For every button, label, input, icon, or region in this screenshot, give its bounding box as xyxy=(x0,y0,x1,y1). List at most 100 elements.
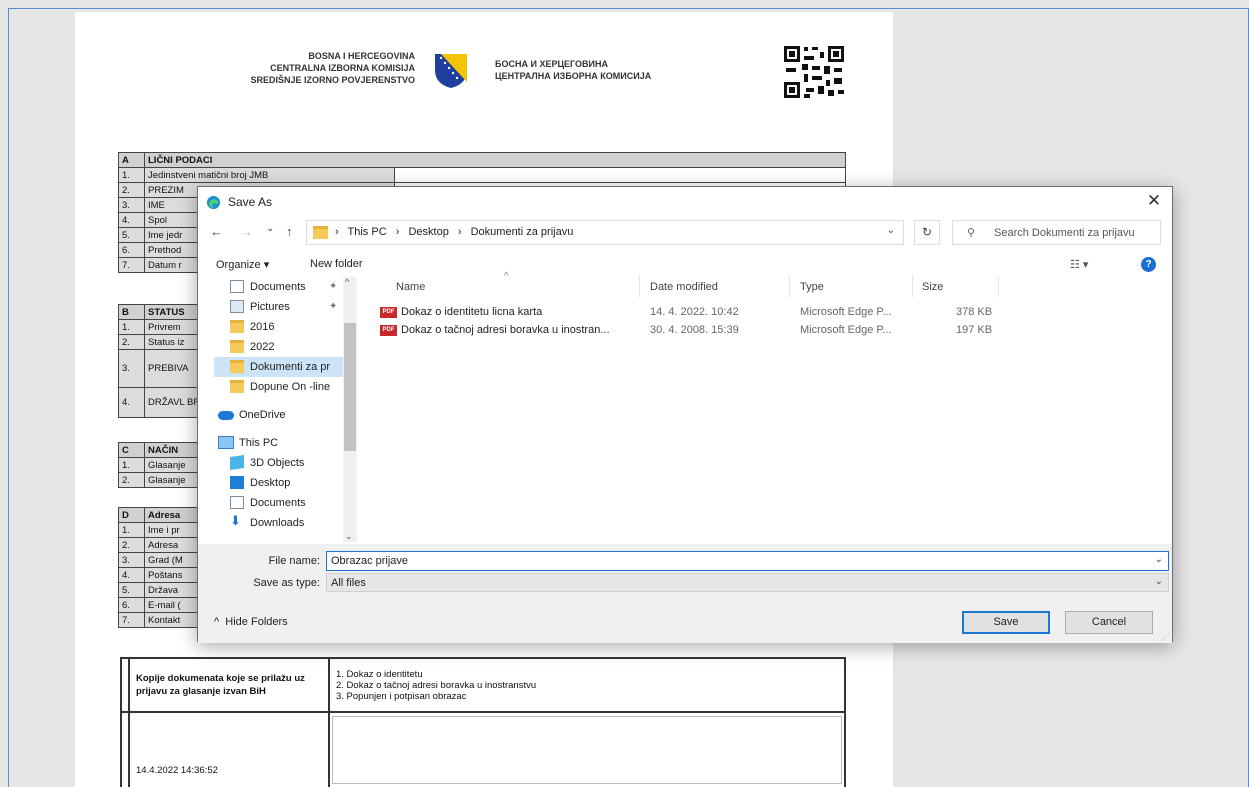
sidebar-item-label: Documents xyxy=(250,497,306,509)
sidebar-item-onedrive[interactable]: OneDrive xyxy=(214,405,354,425)
attachment-item: 3. Popunjen i potpisan obrazac xyxy=(336,690,467,702)
save-type-select[interactable]: All files ⌄ xyxy=(326,573,1169,592)
pin-icon: ✦ xyxy=(329,281,338,292)
address-bar[interactable]: › This PC › Desktop › Dokumenti za prija… xyxy=(306,220,904,245)
column-divider[interactable] xyxy=(998,275,999,297)
sidebar-item-2022[interactable]: 2022 xyxy=(214,337,354,357)
sidebar-item-3d-objects[interactable]: 3D Objects xyxy=(214,453,354,473)
file-name-value: Obrazac prijave xyxy=(331,555,409,567)
file-row[interactable]: PDF Dokaz o identitetu licna karta 14. 4… xyxy=(374,303,1164,321)
file-name-input[interactable]: Obrazac prijave ⌄ xyxy=(326,551,1169,571)
close-button[interactable]: ✕ xyxy=(1144,191,1164,211)
row-number: 4. xyxy=(118,212,145,228)
scrollbar-thumb[interactable] xyxy=(344,323,356,451)
breadcrumb-separator: › xyxy=(457,226,462,238)
documents-icon xyxy=(230,496,244,509)
new-folder-button[interactable]: New folder xyxy=(310,258,363,270)
chevron-down-icon[interactable]: ⌄ xyxy=(887,225,895,236)
search-icon: ⚲ xyxy=(967,227,976,239)
sidebar-item-label: Downloads xyxy=(250,517,305,529)
search-input[interactable]: ⚲ Search Dokumenti za prijavu xyxy=(952,220,1161,245)
file-name: Dokaz o identitetu licna karta xyxy=(401,306,543,318)
download-arrow-icon: ⬇ xyxy=(230,513,241,528)
sidebar-item-dokumenti-za-prijavu[interactable]: Dokumenti za pr xyxy=(214,357,354,377)
row-number: 1. xyxy=(118,522,145,538)
column-header-name[interactable]: Name xyxy=(396,281,425,293)
folder-icon xyxy=(230,380,244,393)
file-size: 197 KB xyxy=(956,324,993,336)
sort-ascending-icon: ^ xyxy=(504,271,509,282)
chevron-down-icon[interactable]: ⌄ xyxy=(1155,554,1163,565)
pdf-file-icon: PDF xyxy=(380,307,397,318)
file-type: Microsoft Edge P... xyxy=(800,324,892,336)
sidebar-item-label: Documents xyxy=(250,281,306,293)
refresh-button[interactable]: ↻ xyxy=(914,220,940,245)
signature-box xyxy=(332,716,842,784)
attachments-list: 1. Dokaz o identitetu 2. Dokaz o tačnoj … xyxy=(328,657,846,713)
column-header-type[interactable]: Type xyxy=(800,281,824,293)
header-line: ЦЕНТРАЛНА ИЗБОРНА КОМИСИЈА xyxy=(495,71,652,81)
row-number: 6. xyxy=(118,597,145,613)
submission-timestamp: 14.4.2022 14:36:52 xyxy=(128,711,330,787)
folder-icon xyxy=(313,226,328,239)
row-number: 2. xyxy=(118,537,145,553)
column-header-size[interactable]: Size xyxy=(922,281,943,293)
breadcrumb-desktop[interactable]: Desktop xyxy=(408,226,448,238)
column-divider[interactable] xyxy=(912,275,913,297)
header-line: БОСНА И ХЕРЦЕГОВИНА xyxy=(495,59,608,69)
sidebar-item-documents[interactable]: Documents ✦ xyxy=(214,277,354,297)
save-button[interactable]: Save xyxy=(962,611,1050,634)
breadcrumb-current-folder[interactable]: Dokumenti za prijavu xyxy=(471,226,574,238)
row-number: 6. xyxy=(118,242,145,258)
address-row: ← → ⌄ ↑ › This PC › Desktop › Dokumenti … xyxy=(198,220,1172,246)
column-divider[interactable] xyxy=(789,275,790,297)
file-name-label: File name: xyxy=(268,555,320,567)
organize-menu[interactable]: Organize ▾ xyxy=(216,258,269,271)
sidebar-item-2016[interactable]: 2016 xyxy=(214,317,354,337)
sidebar-item-desktop[interactable]: Desktop xyxy=(214,473,354,493)
sidebar-item-label: 3D Objects xyxy=(250,457,305,469)
resize-grip-icon[interactable]: ⋰ xyxy=(1162,632,1170,641)
help-icon[interactable]: ? xyxy=(1141,257,1156,272)
chevron-down-icon[interactable]: ⌄ xyxy=(1155,576,1163,587)
signature-cell xyxy=(328,711,846,787)
row-number: 5. xyxy=(118,582,145,598)
sidebar-item-documents-pc[interactable]: Documents xyxy=(214,493,354,513)
navigation-scrollbar[interactable]: ^ ⌄ xyxy=(343,277,357,542)
row-number: 3. xyxy=(118,552,145,568)
breadcrumb-this-pc[interactable]: This PC xyxy=(348,226,387,238)
attachment-item: 2. Dokaz o tačnoj adresi boravka u inost… xyxy=(336,679,537,691)
file-date: 14. 4. 2022. 10:42 xyxy=(650,306,739,318)
row-number: 2. xyxy=(118,472,145,488)
row-number: 1. xyxy=(118,319,145,335)
file-row[interactable]: PDF Dokaz o tačnoj adresi boravka u inos… xyxy=(374,321,1164,339)
up-button[interactable]: ↑ xyxy=(286,224,293,239)
row-number: 4. xyxy=(118,387,145,418)
column-divider[interactable] xyxy=(639,275,640,297)
sidebar-item-downloads[interactable]: ⬇ Downloads xyxy=(214,513,354,533)
row-number: 7. xyxy=(118,257,145,273)
hide-folders-button[interactable]: ^ Hide Folders xyxy=(214,616,288,628)
row-label: Jedinstveni matični broj JMB xyxy=(144,167,395,183)
table-spacer xyxy=(120,711,130,787)
sidebar-item-this-pc[interactable]: This PC xyxy=(214,433,354,453)
back-button[interactable]: ← xyxy=(210,224,223,239)
sidebar-item-label: 2016 xyxy=(250,321,275,333)
chevron-down-icon[interactable]: ⌄ xyxy=(345,531,353,542)
forward-button[interactable]: → xyxy=(240,224,253,239)
sidebar-item-label: OneDrive xyxy=(239,409,286,421)
edge-icon xyxy=(206,195,221,210)
folder-icon xyxy=(230,340,244,353)
view-options-button[interactable]: ☷ ▾ xyxy=(1070,258,1088,271)
dialog-titlebar[interactable]: Save As ✕ xyxy=(198,187,1172,217)
row-number: 3. xyxy=(118,349,145,388)
column-header-date[interactable]: Date modified xyxy=(650,281,718,293)
recent-locations-button[interactable]: ⌄ xyxy=(266,223,274,234)
cancel-button[interactable]: Cancel xyxy=(1065,611,1153,634)
table-spacer xyxy=(120,657,130,713)
sidebar-item-dopune-on-line[interactable]: Dopune On -line xyxy=(214,377,354,397)
bih-coat-of-arms-icon xyxy=(435,54,467,88)
form-field[interactable] xyxy=(394,167,846,183)
chevron-up-icon[interactable]: ^ xyxy=(345,277,349,287)
sidebar-item-pictures[interactable]: Pictures ✦ xyxy=(214,297,354,317)
